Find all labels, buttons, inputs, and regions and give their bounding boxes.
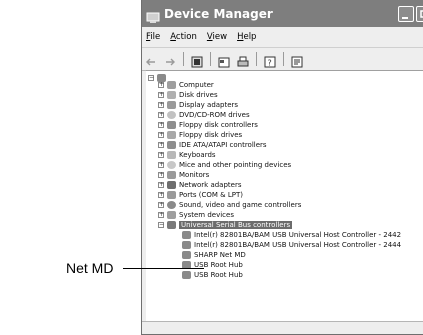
floppy-drive-icon xyxy=(167,130,176,139)
mouse-icon xyxy=(167,160,176,169)
tree-item-label: Floppy disk controllers xyxy=(179,120,258,129)
tree-item-label: IDE ATA/ATAPI controllers xyxy=(179,140,267,149)
print-icon[interactable] xyxy=(237,53,249,67)
monitor-icon xyxy=(167,170,176,179)
tree-item-label: Universal Serial Bus controllers xyxy=(179,220,293,229)
device-manager-icon xyxy=(146,8,160,23)
tree-item-usb-root-hub[interactable]: USB Root Hub xyxy=(182,269,243,280)
tree-item-label: Network adapters xyxy=(179,180,242,189)
toolbar-separator xyxy=(256,52,257,66)
menu-file[interactable]: File xyxy=(146,32,160,42)
tree-item-label: SHARP Net MD xyxy=(194,250,246,259)
computer-icon xyxy=(167,80,176,89)
usb-icon xyxy=(182,230,191,239)
expand-toggle[interactable]: + xyxy=(158,211,164,218)
usb-icon xyxy=(182,270,191,279)
callout-label: Net MD xyxy=(66,260,114,276)
view-icon[interactable] xyxy=(191,53,203,68)
properties-icon[interactable] xyxy=(218,53,230,68)
tree-item-label: Floppy disk drives xyxy=(179,130,243,139)
expand-toggle[interactable]: + xyxy=(158,141,164,148)
network-adapter-icon xyxy=(167,180,176,189)
svg-text:?: ? xyxy=(268,59,272,68)
expand-toggle[interactable]: + xyxy=(158,151,164,158)
expand-toggle[interactable]: + xyxy=(158,171,164,178)
device-tree-pane[interactable]: − + Computer + Disk drives + Display ada… xyxy=(146,70,423,321)
tree-item-label: Intel(r) 82801BA/BAM USB Universal Host … xyxy=(194,230,402,239)
tree-item-label: Monitors xyxy=(179,170,210,179)
tree-item-label: Keyboards xyxy=(179,150,216,159)
expand-toggle[interactable]: + xyxy=(158,121,164,128)
menu-help[interactable]: Help xyxy=(237,32,256,42)
back-arrow-icon[interactable] xyxy=(145,53,157,66)
tree-item-label: Ports (COM & LPT) xyxy=(179,190,243,199)
collapse-toggle[interactable]: − xyxy=(158,221,164,228)
tree-item-label: Mice and other pointing devices xyxy=(179,160,292,169)
usb-icon xyxy=(182,250,191,259)
title-bar[interactable]: Device Manager xyxy=(142,0,423,27)
expand-toggle[interactable]: + xyxy=(158,131,164,138)
disk-drive-icon xyxy=(167,90,176,99)
callout-line xyxy=(123,268,204,269)
expand-toggle[interactable]: + xyxy=(158,91,164,98)
expand-toggle[interactable]: + xyxy=(158,191,164,198)
toolbar-separator xyxy=(183,52,184,66)
device-manager-window: Device Manager File Action View Help ? −… xyxy=(141,0,423,335)
expand-toggle[interactable]: + xyxy=(158,181,164,188)
usb-icon xyxy=(167,220,176,229)
minimize-icon xyxy=(402,16,408,19)
tree-item-label: System devices xyxy=(179,210,234,219)
controller-icon xyxy=(167,120,176,129)
toolbar-separator xyxy=(283,52,284,66)
expand-toggle[interactable]: + xyxy=(158,161,164,168)
maximize-button[interactable] xyxy=(416,5,423,22)
expand-toggle[interactable]: + xyxy=(158,111,164,118)
controller-icon xyxy=(167,140,176,149)
menu-action[interactable]: Action xyxy=(170,32,197,42)
scan-icon[interactable] xyxy=(291,53,303,68)
maximize-icon xyxy=(420,9,423,18)
tree-item-label: Sound, video and game controllers xyxy=(179,200,302,209)
menu-bar: File Action View Help xyxy=(142,27,423,47)
cd-drive-icon xyxy=(167,110,176,119)
toolbar-separator xyxy=(210,52,211,66)
tree-item-label: Display adapters xyxy=(179,100,239,109)
usb-icon xyxy=(182,240,191,249)
sound-icon xyxy=(167,200,176,209)
forward-arrow-icon[interactable] xyxy=(164,53,176,66)
status-bar xyxy=(142,321,423,334)
toolbar: ? xyxy=(142,47,423,71)
expand-toggle[interactable]: + xyxy=(158,81,164,88)
tree-item-label: USB Root Hub xyxy=(194,270,243,279)
collapse-toggle[interactable]: − xyxy=(148,74,154,81)
port-icon xyxy=(167,190,176,199)
tree-item-label: Intel(r) 82801BA/BAM USB Universal Host … xyxy=(194,240,402,249)
minimize-button[interactable] xyxy=(398,5,414,22)
menu-view[interactable]: View xyxy=(207,32,227,42)
tree-item-label: DVD/CD-ROM drives xyxy=(179,110,250,119)
tree-item-label: Computer xyxy=(179,80,214,89)
window-title: Device Manager xyxy=(164,6,273,21)
expand-toggle[interactable]: + xyxy=(158,101,164,108)
tree-item-label: Disk drives xyxy=(179,90,218,99)
help-icon[interactable]: ? xyxy=(264,53,276,68)
expand-toggle[interactable]: + xyxy=(158,201,164,208)
system-device-icon xyxy=(167,210,176,219)
display-adapter-icon xyxy=(167,100,176,109)
keyboard-icon xyxy=(167,150,176,159)
